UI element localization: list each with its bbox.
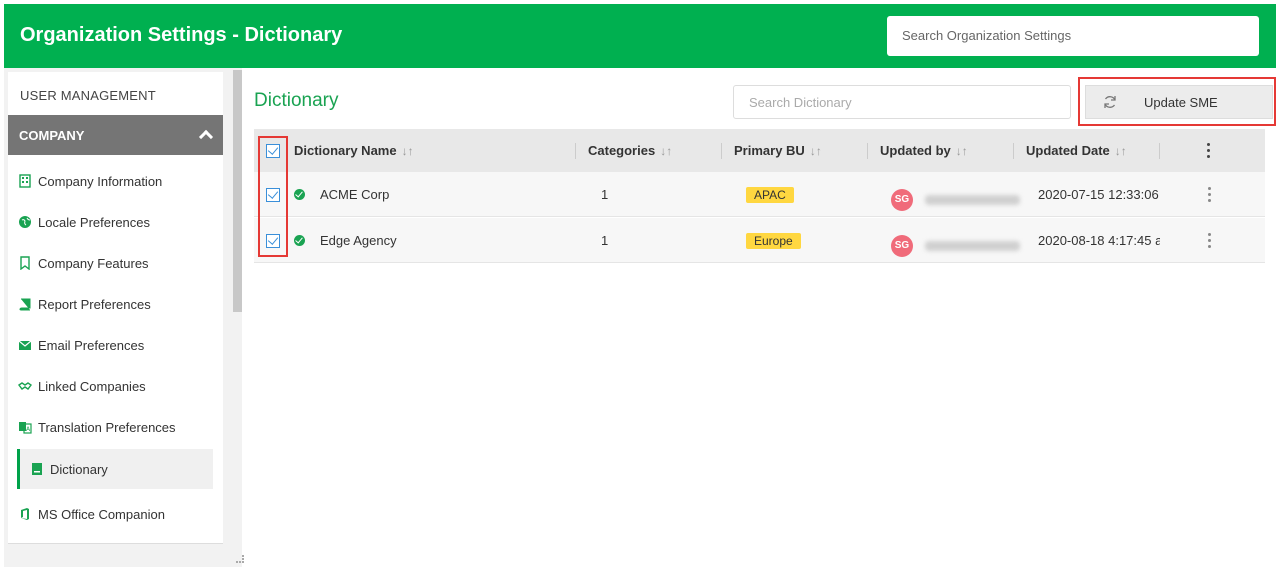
column-header-label: Updated by xyxy=(880,143,951,158)
column-header-primary-bu[interactable]: Primary BU ↓↑ xyxy=(734,129,822,172)
bookmark-icon xyxy=(20,256,30,270)
more-vertical-icon xyxy=(1207,143,1210,158)
sidebar-item-locale-preferences[interactable]: Locale Preferences xyxy=(18,202,218,242)
dictionary-icon xyxy=(32,463,42,475)
status-icon xyxy=(294,218,305,263)
handshake-icon xyxy=(18,382,32,390)
page-title: Organization Settings - Dictionary xyxy=(20,24,343,46)
column-divider xyxy=(1159,143,1160,159)
column-header-label: Updated Date xyxy=(1026,143,1110,158)
categories-count: 1 xyxy=(601,187,609,202)
sidebar-item-label: Dictionary xyxy=(50,461,108,477)
sort-icon[interactable]: ↓↑ xyxy=(956,144,968,158)
column-divider xyxy=(867,143,868,159)
sidebar-item-dictionary[interactable]: Dictionary xyxy=(17,449,213,489)
row-actions-button[interactable] xyxy=(1208,172,1211,217)
more-vertical-icon xyxy=(1208,187,1211,202)
avatar: SG xyxy=(891,188,913,211)
sidebar-item-ms-office-companion[interactable]: MS Office Companion xyxy=(18,494,218,534)
sidebar-scrollbar[interactable] xyxy=(233,70,242,312)
column-header-dictionary-name[interactable]: Dictionary Name ↓↑ xyxy=(294,129,414,172)
table-row[interactable]: ACME Corp 1 APAC SG 2020-07-15 12:33:06 xyxy=(254,172,1265,217)
sidebar-item-label: Linked Companies xyxy=(38,378,146,394)
sidebar-item-label: Report Preferences xyxy=(38,296,151,312)
updated-date: 2020-07-15 12:33:06 xyxy=(1038,187,1159,202)
org-settings-search-input[interactable]: Search Organization Settings xyxy=(887,16,1259,56)
sidebar-item-label: Company Information xyxy=(38,173,163,189)
globe-icon xyxy=(19,216,31,228)
dictionary-search-input[interactable]: Search Dictionary xyxy=(733,85,1071,119)
sidebar-section-company[interactable]: COMPANY xyxy=(8,115,223,155)
updated-date: 2020-08-18 4:17:45 a xyxy=(1038,233,1160,248)
column-divider xyxy=(1013,143,1014,159)
column-header-label: Categories xyxy=(588,143,656,158)
sidebar-item-company-information[interactable]: Company Information xyxy=(18,161,218,201)
app-header: Organization Settings - Dictionary Searc… xyxy=(4,4,1276,68)
sidebar-item-label: Locale Preferences xyxy=(38,214,151,230)
sidebar-item-label: Translation Preferences xyxy=(38,419,176,435)
column-header-categories[interactable]: Categories ↓↑ xyxy=(588,129,672,172)
sidebar-section-company-label: COMPANY xyxy=(19,128,85,143)
dictionary-name[interactable]: ACME Corp xyxy=(320,172,389,217)
office-icon xyxy=(21,508,29,520)
dictionary-name[interactable]: Edge Agency xyxy=(320,218,397,263)
column-options-button[interactable] xyxy=(1207,129,1210,172)
sidebar-item-translation-preferences[interactable]: A Translation Preferences xyxy=(18,407,218,447)
column-header-updated-date[interactable]: Updated Date ↓↑ xyxy=(1026,129,1127,172)
chevron-up-icon xyxy=(198,129,214,145)
row-actions-button[interactable] xyxy=(1208,218,1211,263)
sidebar-item-report-preferences[interactable]: Report Preferences xyxy=(18,284,218,324)
updated-by: SG xyxy=(891,223,1020,268)
column-header-label: Dictionary Name xyxy=(294,143,397,158)
categories-count: 1 xyxy=(601,233,609,248)
sort-icon[interactable]: ↓↑ xyxy=(1115,144,1127,158)
sidebar-section-user-management[interactable]: USER MANAGEMENT xyxy=(20,88,156,103)
envelope-icon xyxy=(18,340,32,350)
sidebar-item-email-preferences[interactable]: Email Preferences xyxy=(18,325,218,365)
bu-badge: Europe xyxy=(746,232,801,249)
svg-text:A: A xyxy=(26,426,31,433)
status-icon xyxy=(294,172,305,217)
translate-icon: A xyxy=(19,422,32,434)
highlight-box-update xyxy=(1078,77,1276,126)
sidebar-panel: USER MANAGEMENT COMPANY Company Informat… xyxy=(8,72,223,544)
table-header: Dictionary Name ↓↑ Categories ↓↑ Primary B… xyxy=(254,129,1265,172)
primary-bu: APAC xyxy=(746,172,794,217)
sort-icon[interactable]: ↓↑ xyxy=(402,144,414,158)
column-divider xyxy=(721,143,722,159)
avatar: SG xyxy=(891,234,913,257)
column-header-updated-by[interactable]: Updated by ↓↑ xyxy=(880,129,968,172)
sort-icon[interactable]: ↓↑ xyxy=(660,144,672,158)
sidebar-item-linked-companies[interactable]: Linked Companies xyxy=(18,366,218,406)
highlight-box-checkboxes xyxy=(258,136,288,257)
column-divider xyxy=(575,143,576,159)
sidebar: USER MANAGEMENT COMPANY Company Informat… xyxy=(4,68,244,567)
sidebar-item-company-features[interactable]: Company Features xyxy=(18,243,218,283)
blurred-user-name xyxy=(925,194,1020,205)
section-title: Dictionary xyxy=(254,90,339,111)
column-header-label: Primary BU xyxy=(734,143,805,158)
sidebar-item-label: Email Preferences xyxy=(38,337,145,353)
sidebar-item-label: Company Features xyxy=(38,255,149,271)
building-icon xyxy=(19,174,31,188)
bu-badge: APAC xyxy=(746,186,794,203)
book-icon xyxy=(19,298,31,311)
primary-bu: Europe xyxy=(746,218,801,263)
blurred-user-name xyxy=(925,240,1020,251)
sidebar-item-label: MS Office Companion xyxy=(38,506,165,522)
resize-handle[interactable] xyxy=(236,555,244,563)
sort-icon[interactable]: ↓↑ xyxy=(810,144,822,158)
table-row[interactable]: Edge Agency 1 Europe SG 2020-08-18 4:17:… xyxy=(254,218,1265,263)
updated-by: SG xyxy=(891,177,1020,222)
more-vertical-icon xyxy=(1208,233,1211,248)
